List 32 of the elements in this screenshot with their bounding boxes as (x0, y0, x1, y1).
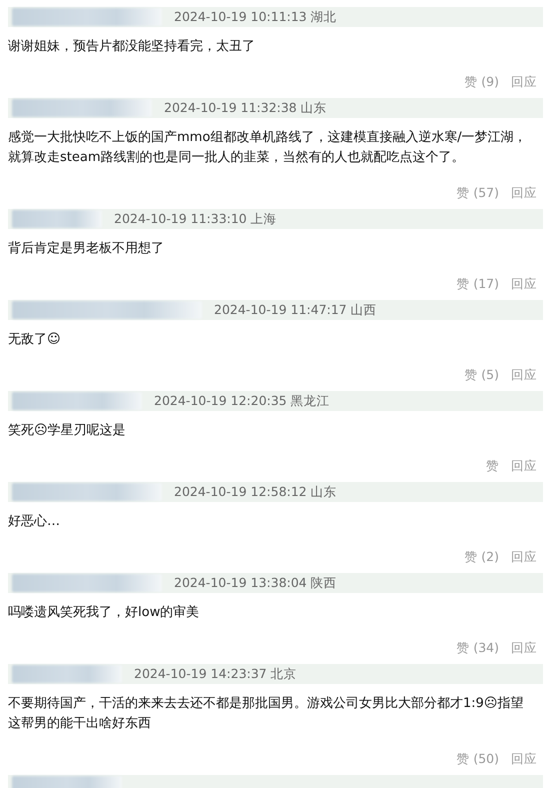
comment-date-location: 2024-10-19 13:38:04 陕西 (174, 574, 337, 592)
like-link[interactable]: 赞 (50) (456, 750, 499, 768)
comment-text: 好恶心… (8, 513, 61, 531)
comment-text: 笑死☹学星刃呢这是 (8, 422, 127, 440)
reply-link[interactable]: 回应 (511, 458, 537, 474)
like-link[interactable]: 赞 (5) (464, 366, 499, 384)
reply-link[interactable]: 回应 (511, 548, 537, 566)
comment-date-location: 2024-10-19 11:32:38 山东 (164, 100, 327, 116)
like-link[interactable]: 赞 (2) (464, 548, 499, 566)
like-link[interactable]: 赞 (57) (456, 184, 499, 202)
reply-link[interactable]: 回应 (511, 750, 537, 768)
comment-date-location: 2024-10-19 11:33:10 上海 (114, 210, 277, 228)
like-link[interactable]: 赞 (486, 458, 499, 474)
like-link[interactable]: 赞 (17) (456, 276, 499, 292)
comment-date-location: 2024-10-19 14:23:37 北京 (134, 666, 297, 682)
comment-text: 谢谢姐妹，预告片都没能坚持看完，太丑了 (8, 38, 256, 56)
comment-date-location: 2024-10-19 12:20:35 黑龙江 (154, 392, 330, 410)
comment-date-location: 2024-10-19 11:47:17 山西 (214, 302, 377, 318)
reply-link[interactable]: 回应 (511, 640, 537, 656)
like-link[interactable]: 赞 (34) (456, 640, 499, 656)
reply-link[interactable]: 回应 (511, 74, 537, 90)
reply-link[interactable]: 回应 (511, 184, 537, 202)
comment-date-location: 2024-10-19 10:11:13 湖北 (174, 8, 337, 26)
like-link[interactable]: 赞 (9) (464, 74, 499, 90)
comment-text: 感觉一大批快吃不上饭的国产mmo组都改单机路线了，这建模直接融入逆水寒/一梦江湖，就算改走steam路线割的也是同一批人的韭菜，当然有的人也就配吃点这个了。 (8, 129, 528, 167)
comment-date-location: 2024-10-19 12:58:12 山东 (174, 484, 337, 500)
comment-text: 背后肯定是男老板不用想了 (8, 240, 165, 258)
reply-link[interactable]: 回应 (511, 366, 537, 384)
comment-text: 不要期待国产，干活的来来去去还不都是那批国男。游戏公司女男比大部分都才1:9☹指望这帮男的能干出啥好东西 (8, 695, 524, 733)
comment-text: 吗喽遗风笑死我了，好low的审美 (8, 604, 200, 622)
reply-link[interactable]: 回应 (511, 276, 537, 292)
comment-text: 无敌了☺ (8, 331, 62, 349)
